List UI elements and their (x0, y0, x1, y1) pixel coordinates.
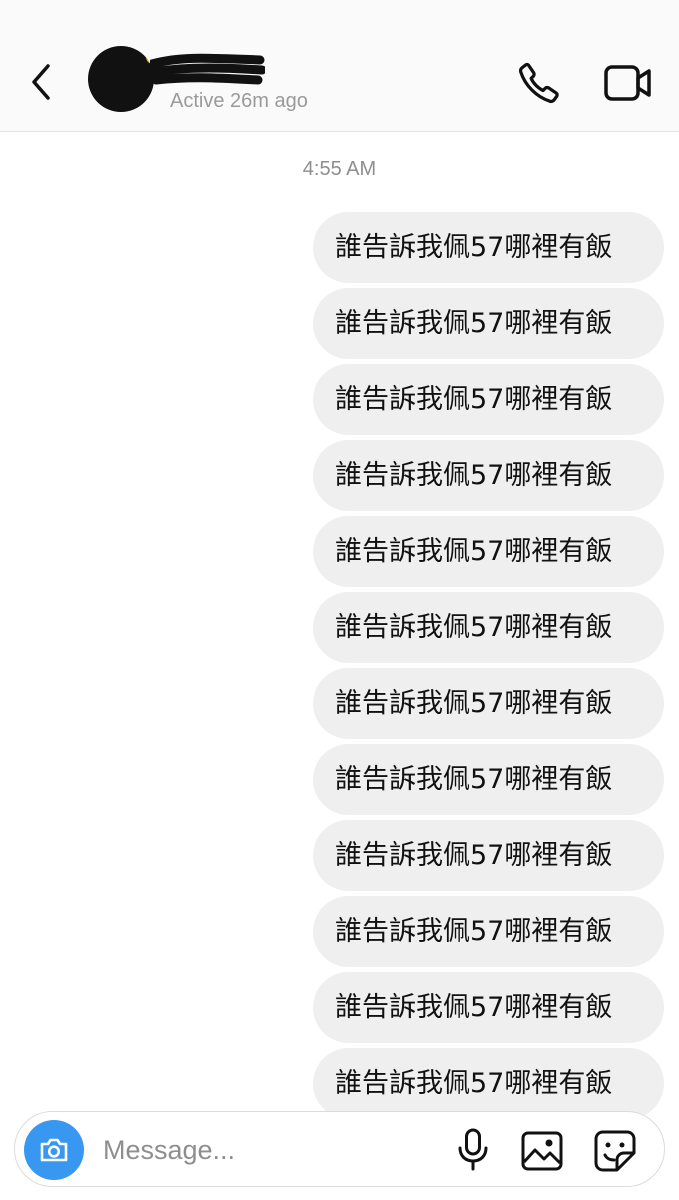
camera-button[interactable] (24, 1120, 84, 1180)
sticker-icon (594, 1130, 636, 1172)
message-bubble[interactable]: 誰告訴我佩57哪裡有飯 (313, 212, 664, 283)
redacted-username (150, 53, 265, 85)
microphone-icon (458, 1128, 488, 1171)
sticker-button[interactable] (593, 1129, 637, 1173)
message-bubble[interactable]: 誰告訴我佩57哪裡有飯 (313, 668, 664, 739)
message-input[interactable] (101, 1126, 435, 1174)
message-bubble[interactable]: 誰告訴我佩57哪裡有飯 (313, 896, 664, 967)
video-call-button[interactable] (603, 62, 653, 104)
avatar[interactable] (88, 46, 154, 112)
message-bubble[interactable]: 誰告訴我佩57哪裡有飯 (313, 364, 664, 435)
message-bubble[interactable]: 誰告訴我佩57哪裡有飯 (313, 440, 664, 511)
message-bubble[interactable]: 誰告訴我佩57哪裡有飯 (313, 288, 664, 359)
gallery-button[interactable] (520, 1130, 564, 1172)
message-thread: 誰告訴我佩57哪裡有飯 誰告訴我佩57哪裡有飯 誰告訴我佩57哪裡有飯 誰告訴我… (304, 212, 664, 1124)
message-bubble[interactable]: 誰告訴我佩57哪裡有飯 (313, 592, 664, 663)
back-chevron-icon (32, 64, 50, 100)
camera-icon (40, 1138, 68, 1162)
active-status: Active 26m ago (170, 90, 308, 112)
message-bubble[interactable]: 誰告訴我佩57哪裡有飯 (313, 820, 664, 891)
message-bubble[interactable]: 誰告訴我佩57哪裡有飯 (313, 1048, 664, 1119)
audio-call-button[interactable] (516, 60, 562, 106)
phone-icon (518, 62, 559, 104)
message-bubble[interactable]: 誰告訴我佩57哪裡有飯 (313, 972, 664, 1043)
message-bubble[interactable]: 誰告訴我佩57哪裡有飯 (313, 744, 664, 815)
message-composer (14, 1111, 665, 1187)
back-button[interactable] (24, 60, 60, 104)
chat-header: Active 26m ago (0, 0, 679, 132)
voice-message-button[interactable] (455, 1128, 491, 1172)
message-bubble[interactable]: 誰告訴我佩57哪裡有飯 (313, 516, 664, 587)
video-camera-icon (604, 65, 651, 101)
gallery-icon (521, 1131, 563, 1171)
message-timestamp: 4:55 AM (302, 158, 377, 180)
